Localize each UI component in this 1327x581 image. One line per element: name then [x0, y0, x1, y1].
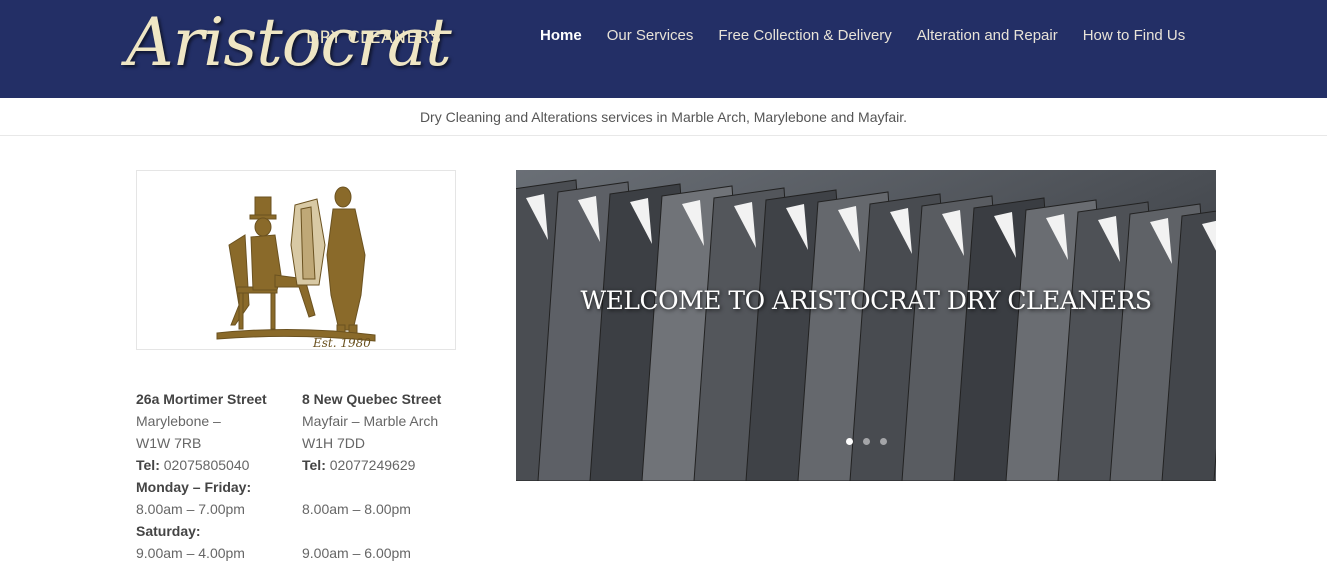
- slider-dot-3[interactable]: [880, 438, 887, 445]
- tagline: Dry Cleaning and Alterations services in…: [419, 109, 908, 125]
- logo-subtitle: DRY CLEANERS: [306, 28, 442, 48]
- branch2-hours-weekday: 8.00am – 8.00pm: [302, 501, 411, 517]
- site-header: Aristocrat DRY CLEANERS Home Our Service…: [0, 0, 1327, 98]
- branch2-tel-number[interactable]: 02077249629: [330, 457, 416, 473]
- site-logo[interactable]: Aristocrat DRY CLEANERS: [126, 4, 452, 94]
- branch1-hours-saturday: 9.00am – 4.00pm: [136, 545, 245, 561]
- slider-dots: [846, 438, 897, 445]
- branch1-days-weekday: Monday – Friday:: [136, 479, 252, 495]
- crest-est-text: Est. 1980: [312, 336, 371, 350]
- branch1-street: 26a Mortimer Street: [136, 391, 267, 407]
- nav-our-services[interactable]: Our Services: [607, 27, 694, 44]
- nav-home[interactable]: Home: [540, 27, 582, 44]
- branch2-tel-label: Tel:: [302, 457, 326, 473]
- nav-alteration-repair[interactable]: Alteration and Repair: [917, 27, 1058, 44]
- branch-mayfair: 8 New Quebec Street Mayfair – Marble Arc…: [302, 388, 472, 564]
- branch1-days-saturday: Saturday:: [136, 523, 201, 539]
- branch2-phone: Tel: 02077249629: [302, 454, 472, 476]
- nav-how-to-find-us[interactable]: How to Find Us: [1083, 27, 1186, 44]
- branch1-phone: Tel: 02075805040: [136, 454, 296, 476]
- crest-image: Est. 1980: [136, 170, 456, 350]
- branch1-tel-label: Tel:: [136, 457, 160, 473]
- branch1-postcode: W1W 7RB: [136, 435, 202, 451]
- branch2-area: Mayfair – Marble Arch: [302, 413, 439, 429]
- branch1-hours-weekday: 8.00am – 7.00pm: [136, 501, 245, 517]
- branch2-spacer: [302, 476, 472, 498]
- nav-free-collection-delivery[interactable]: Free Collection & Delivery: [718, 27, 891, 44]
- branch1-tel-number[interactable]: 02075805040: [164, 457, 250, 473]
- slider-dot-1[interactable]: [846, 438, 853, 445]
- branch1-area: Marylebone –: [136, 413, 221, 429]
- tailor-illustration-icon: Est. 1980: [216, 186, 376, 350]
- branch2-postcode: W1H 7DD: [302, 435, 366, 451]
- slide-title: WELCOME TO ARISTOCRAT DRY CLEANERS: [580, 286, 1152, 315]
- suits-on-hangers-image: [516, 170, 1216, 481]
- branch2-spacer-2: [302, 520, 472, 542]
- main-nav: Home Our Services Free Collection & Deli…: [540, 27, 1210, 44]
- branch-marylebone: 26a Mortimer Street Marylebone – W1W 7RB…: [136, 388, 296, 564]
- slider-dot-2[interactable]: [863, 438, 870, 445]
- branch2-street: 8 New Quebec Street: [302, 391, 442, 407]
- tagline-bar: Dry Cleaning and Alterations services in…: [0, 98, 1327, 136]
- hero-slider[interactable]: WELCOME TO ARISTOCRAT DRY CLEANERS: [516, 170, 1216, 481]
- branch2-hours-saturday: 9.00am – 6.00pm: [302, 545, 411, 561]
